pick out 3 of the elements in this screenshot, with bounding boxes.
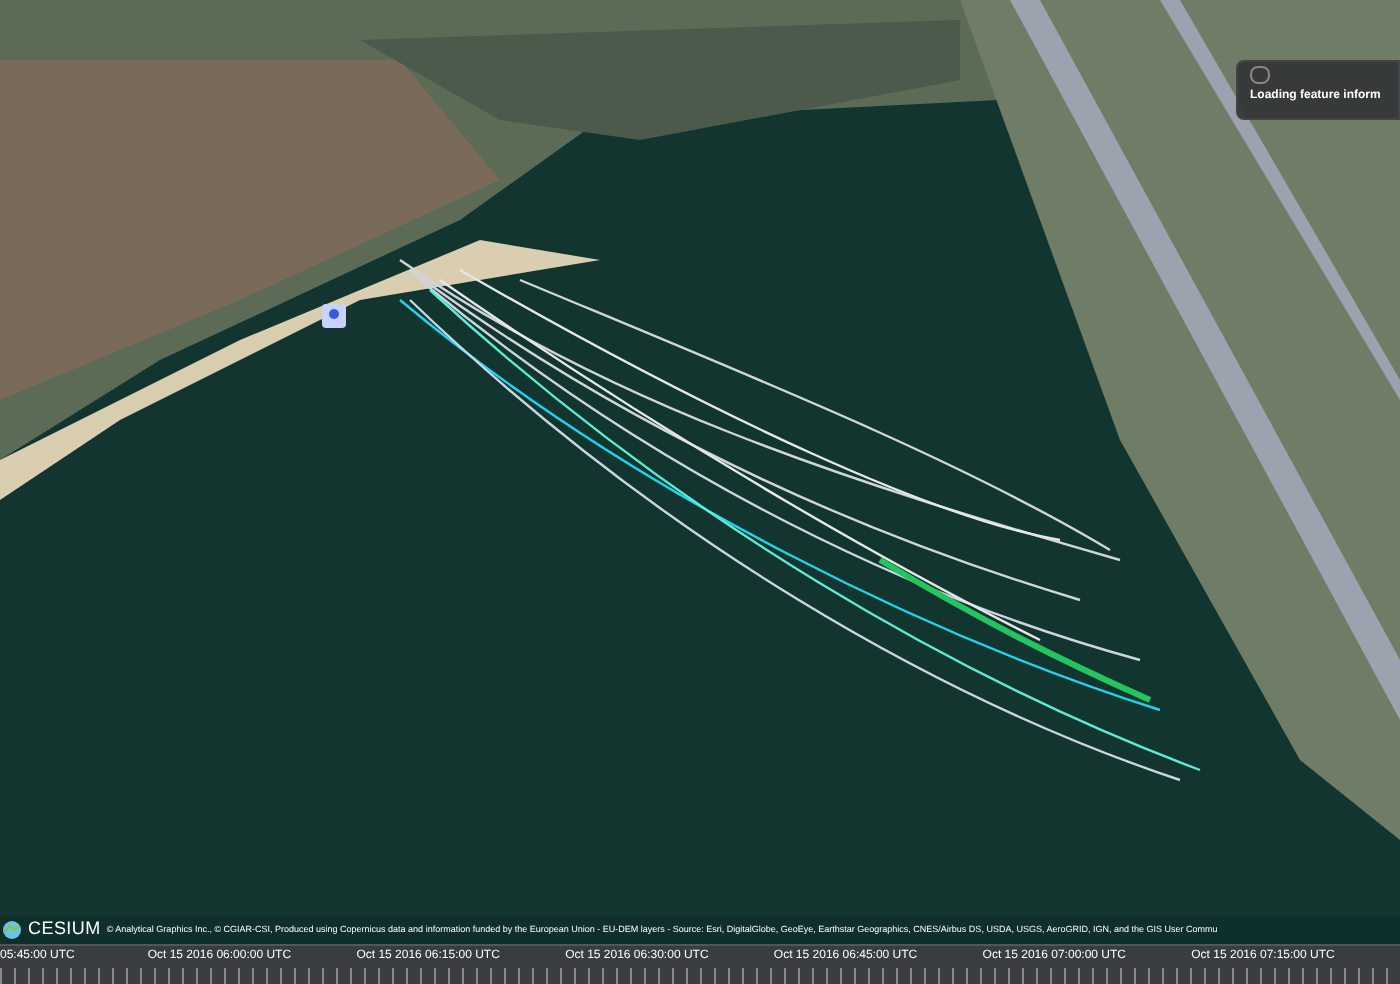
map-pin-icon <box>322 304 346 328</box>
cesium-logo-text: CESIUM <box>28 916 101 943</box>
cesium-logo-icon <box>2 920 22 940</box>
